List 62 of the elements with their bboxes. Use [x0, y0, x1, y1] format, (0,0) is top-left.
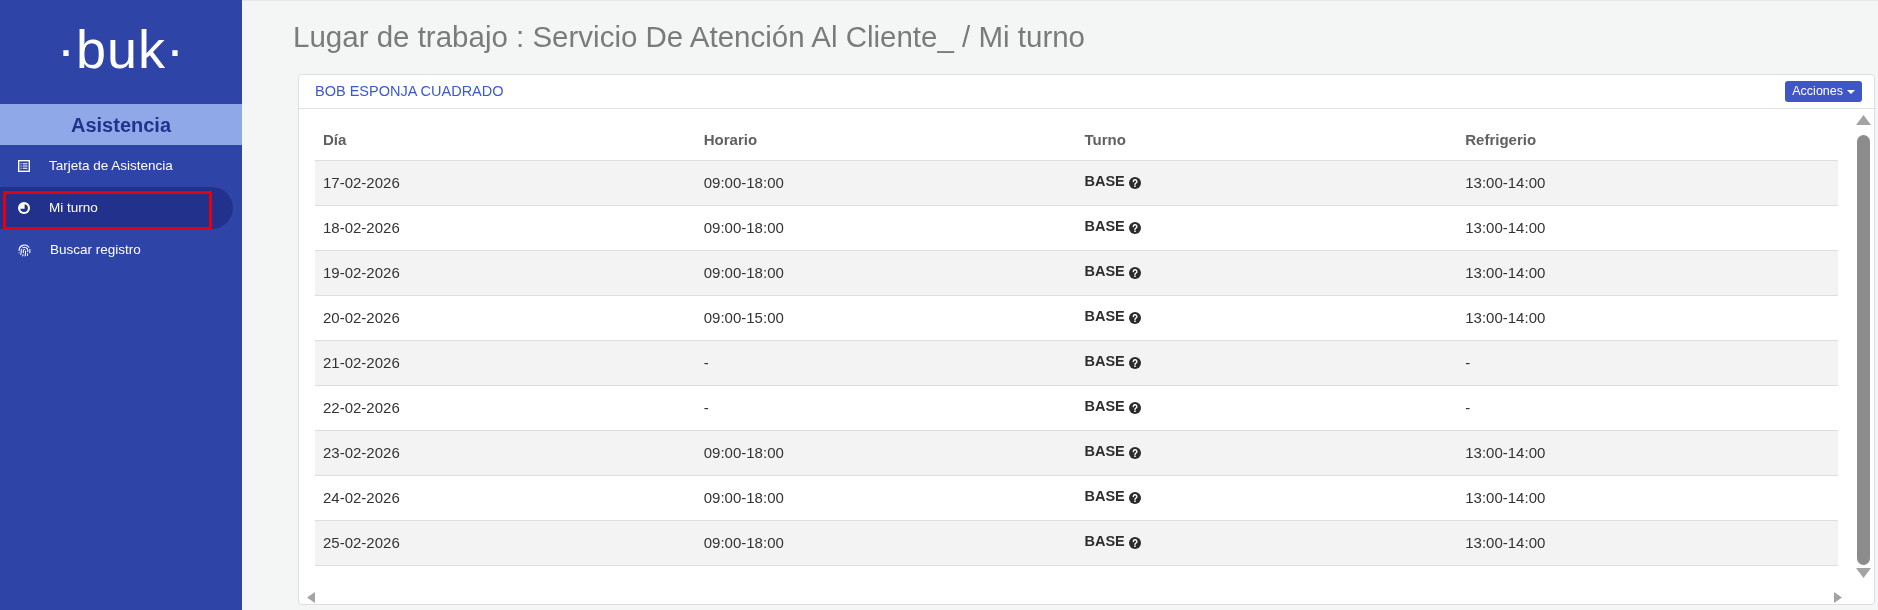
- actions-button[interactable]: Acciones: [1785, 81, 1862, 102]
- sidebar-item[interactable]: Tarjeta de Asistencia: [0, 145, 233, 187]
- table-cell-text: -: [1465, 397, 1471, 418]
- table-cell-text: 13:00-14:00: [1465, 172, 1546, 193]
- caret-icon: [1847, 89, 1855, 94]
- column-header: Horario: [703, 130, 758, 151]
- table-cell-text: 09:00-18:00: [703, 262, 784, 283]
- shift-label: BASE: [1084, 441, 1125, 461]
- shift-label: BASE: [1084, 486, 1125, 506]
- table-cell-text: 13:00-14:00: [1465, 487, 1546, 508]
- shift-label: BASE: [1084, 261, 1125, 281]
- help-icon[interactable]: [1128, 447, 1141, 459]
- table-cell-text: 22-02-2026: [323, 397, 400, 418]
- help-icon[interactable]: [1128, 222, 1141, 234]
- table-cell-text: -: [703, 352, 709, 373]
- sidebar-item[interactable]: Mi turno: [0, 187, 233, 229]
- table-cell-text: 24-02-2026: [323, 487, 400, 508]
- scrollbar-thumb[interactable]: [1857, 135, 1870, 565]
- table-cell-text: 13:00-14:00: [1465, 262, 1546, 283]
- table-cell-text: 20-02-2026: [323, 307, 400, 328]
- help-icon[interactable]: [1128, 402, 1141, 414]
- shift-label: BASE: [1084, 531, 1125, 551]
- table-cell-text: 13:00-14:00: [1465, 307, 1546, 328]
- column-header: Turno: [1084, 130, 1126, 151]
- table-cell-text: 13:00-14:00: [1465, 532, 1546, 553]
- card-title: BOB ESPONJA CUADRADO: [315, 81, 504, 101]
- table-cell-text: 17-02-2026: [323, 172, 400, 193]
- table-cell-text: 09:00-15:00: [703, 307, 784, 328]
- table-cell-text: 09:00-18:00: [703, 217, 784, 238]
- shift-label: BASE: [1084, 306, 1125, 326]
- table-cell-text: 18-02-2026: [323, 217, 400, 238]
- help-icon[interactable]: [1128, 312, 1141, 324]
- pie-chart-icon: [18, 202, 30, 214]
- table-cell-text: -: [1465, 352, 1471, 373]
- help-icon[interactable]: [1128, 537, 1141, 549]
- page-title: Lugar de trabajo : Servicio De Atención Al Cliente_ / Mi turno: [293, 19, 1086, 56]
- list-icon: [18, 160, 30, 172]
- help-icon[interactable]: [1128, 267, 1141, 279]
- column-header: Día: [323, 130, 347, 151]
- shift-label: BASE: [1084, 351, 1125, 371]
- sidebar-item[interactable]: Buscar registro: [0, 229, 233, 271]
- logo: ·buk·: [57, 22, 185, 76]
- table-cell-text: 09:00-18:00: [703, 487, 784, 508]
- table-cell-text: 13:00-14:00: [1465, 217, 1546, 238]
- table-cell-text: 23-02-2026: [323, 442, 400, 463]
- shift-label: BASE: [1084, 216, 1125, 236]
- shift-label: BASE: [1084, 171, 1125, 191]
- table-cell-text: 19-02-2026: [323, 262, 400, 283]
- fingerprint-icon: [18, 243, 31, 257]
- table-cell-text: 25-02-2026: [323, 532, 400, 553]
- help-icon[interactable]: [1128, 357, 1141, 369]
- help-icon[interactable]: [1128, 177, 1141, 189]
- shift-label: BASE: [1084, 396, 1125, 416]
- table-cell-text: 09:00-18:00: [703, 532, 784, 553]
- table-cell-text: 09:00-18:00: [703, 172, 784, 193]
- section-header: Asistencia: [0, 104, 242, 145]
- table-cell-text: -: [703, 397, 709, 418]
- help-icon[interactable]: [1128, 492, 1141, 504]
- table-cell-text: 13:00-14:00: [1465, 442, 1546, 463]
- table-cell-text: 21-02-2026: [323, 352, 400, 373]
- table-cell-text: 09:00-18:00: [703, 442, 784, 463]
- column-header: Refrigerio: [1465, 130, 1537, 151]
